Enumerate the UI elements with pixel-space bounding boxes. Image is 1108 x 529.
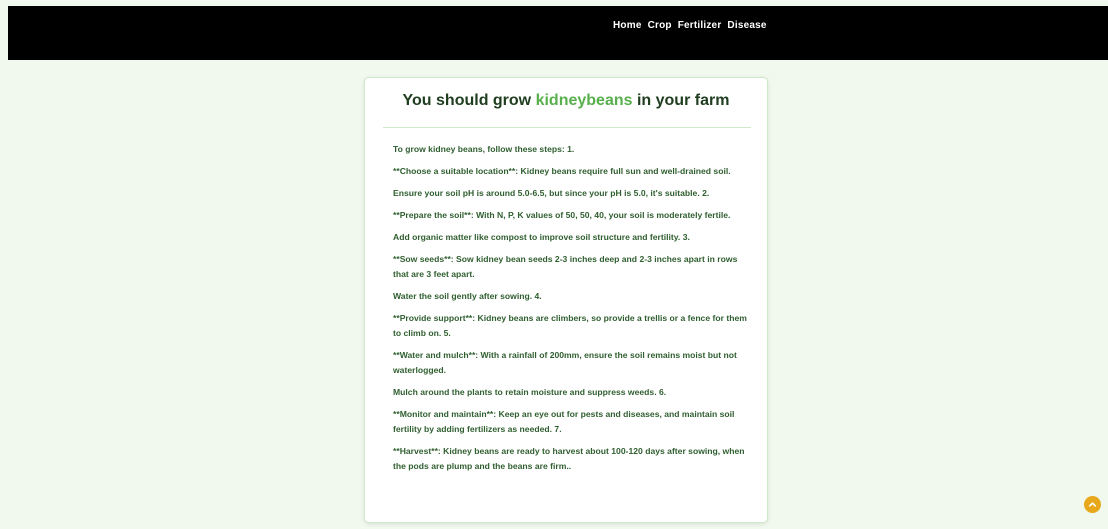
nav-fertilizer-link[interactable]: Fertilizer — [675, 20, 725, 31]
step-paragraph: Ensure your soil pH is around 5.0-6.5, b… — [393, 188, 710, 198]
step-paragraph: To grow kidney beans, follow these steps… — [393, 144, 575, 154]
step-paragraph: Water the soil gently after sowing. 4. — [393, 291, 542, 301]
step-paragraph: **Choose a suitable location**: Kidney b… — [393, 166, 731, 176]
scroll-to-top-button[interactable] — [1084, 496, 1101, 513]
chevron-up-icon — [1088, 502, 1097, 507]
title-divider — [383, 127, 751, 128]
result-title: You should grow kidneybeans in your farm — [365, 92, 767, 110]
step-paragraph: **Harvest**: Kidney beans are ready to h… — [393, 446, 745, 471]
nav-home-link[interactable]: Home — [610, 20, 645, 31]
top-navbar: Home Crop Fertilizer Disease — [8, 6, 1108, 60]
title-prefix: You should grow — [402, 92, 532, 109]
step-paragraph: Mulch around the plants to retain moistu… — [393, 387, 667, 397]
nav-crop-link[interactable]: Crop — [645, 20, 675, 31]
main-nav: Home Crop Fertilizer Disease — [610, 6, 770, 44]
step-paragraph: **Prepare the soil**: With N, P, K value… — [393, 210, 731, 220]
nav-disease-link[interactable]: Disease — [724, 20, 769, 31]
growing-steps: To grow kidney beans, follow these steps… — [393, 142, 751, 481]
step-paragraph: **Sow seeds**: Sow kidney bean seeds 2-3… — [393, 254, 738, 279]
result-card: You should grow kidneybeans in your farm… — [364, 77, 768, 523]
recommended-crop: kidneybeans — [535, 92, 633, 109]
step-paragraph: **Water and mulch**: With a rainfall of … — [393, 350, 737, 375]
step-paragraph: **Provide support**: Kidney beans are cl… — [393, 313, 747, 338]
step-paragraph: Add organic matter like compost to impro… — [393, 232, 690, 242]
title-suffix: in your farm — [636, 92, 730, 109]
step-paragraph: **Monitor and maintain**: Keep an eye ou… — [393, 409, 735, 434]
